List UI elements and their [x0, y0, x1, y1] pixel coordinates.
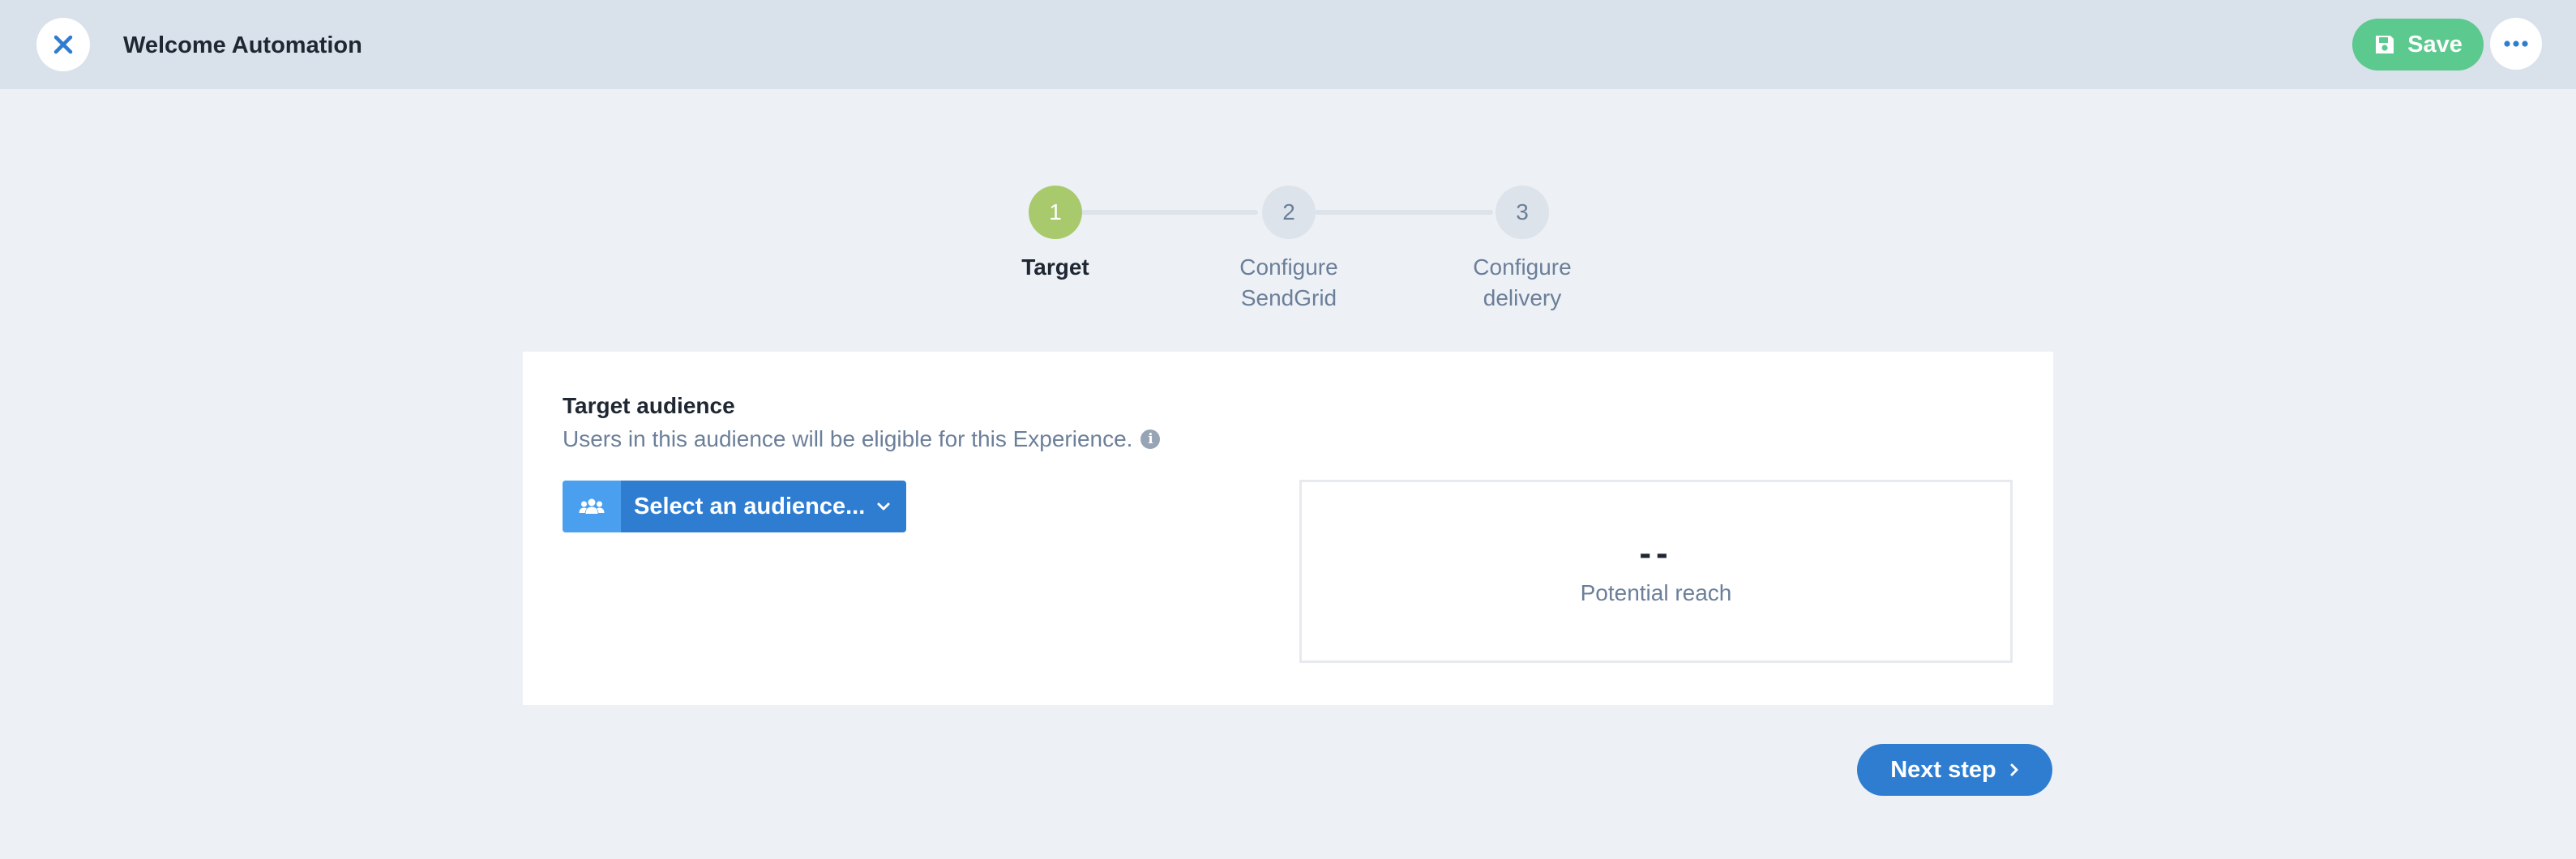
- step-connector: [1080, 210, 1258, 215]
- section-description-text: Users in this audience will be eligible …: [563, 426, 1133, 451]
- ellipsis-icon: [2504, 41, 2528, 47]
- audience-select-label-wrap: Select an audience...: [621, 481, 906, 532]
- chevron-down-icon: [877, 502, 890, 511]
- target-audience-card: Target audience Users in this audience w…: [523, 352, 2053, 705]
- floppy-disk-icon: [2376, 36, 2394, 53]
- users-icon: [579, 498, 605, 514]
- step-3-label-line1: Configure: [1473, 254, 1572, 280]
- potential-reach-panel: -- Potential reach: [1299, 480, 2013, 663]
- save-button[interactable]: Save: [2352, 19, 2484, 71]
- potential-reach-value: --: [1639, 533, 1673, 573]
- step-2-label-line1: Configure: [1239, 254, 1338, 280]
- step-2-label[interactable]: Configure SendGrid: [1192, 252, 1386, 314]
- section-title: Target audience: [563, 393, 735, 418]
- section-description: Users in this audience will be eligible …: [563, 424, 1161, 455]
- info-icon[interactable]: i: [1140, 430, 1161, 449]
- chevron-right-icon: [2010, 763, 2018, 776]
- next-step-label: Next step: [1890, 756, 1996, 783]
- close-icon: [53, 35, 73, 54]
- next-step-button[interactable]: Next step: [1857, 744, 2052, 796]
- more-options-button[interactable]: [2490, 18, 2542, 70]
- page-title: Welcome Automation: [123, 32, 362, 58]
- close-button[interactable]: [36, 18, 90, 71]
- save-button-label: Save: [2407, 31, 2463, 58]
- step-1-label-line1: Target: [1021, 254, 1089, 280]
- audience-select-label: Select an audience...: [634, 493, 866, 519]
- audience-icon-box: [563, 481, 621, 532]
- step-3-label-line2: delivery: [1483, 285, 1562, 310]
- potential-reach-label: Potential reach: [1580, 580, 1732, 605]
- top-bar: Welcome Automation Save: [0, 0, 2576, 89]
- step-1-indicator[interactable]: 1: [1029, 186, 1082, 239]
- step-2-indicator[interactable]: 2: [1262, 186, 1316, 239]
- audience-select-dropdown[interactable]: Select an audience...: [563, 481, 906, 532]
- step-connector: [1315, 210, 1493, 215]
- step-3-indicator[interactable]: 3: [1496, 186, 1549, 239]
- step-1-label[interactable]: Target: [958, 252, 1153, 283]
- step-3-label[interactable]: Configure delivery: [1425, 252, 1620, 314]
- step-2-label-line2: SendGrid: [1240, 285, 1337, 310]
